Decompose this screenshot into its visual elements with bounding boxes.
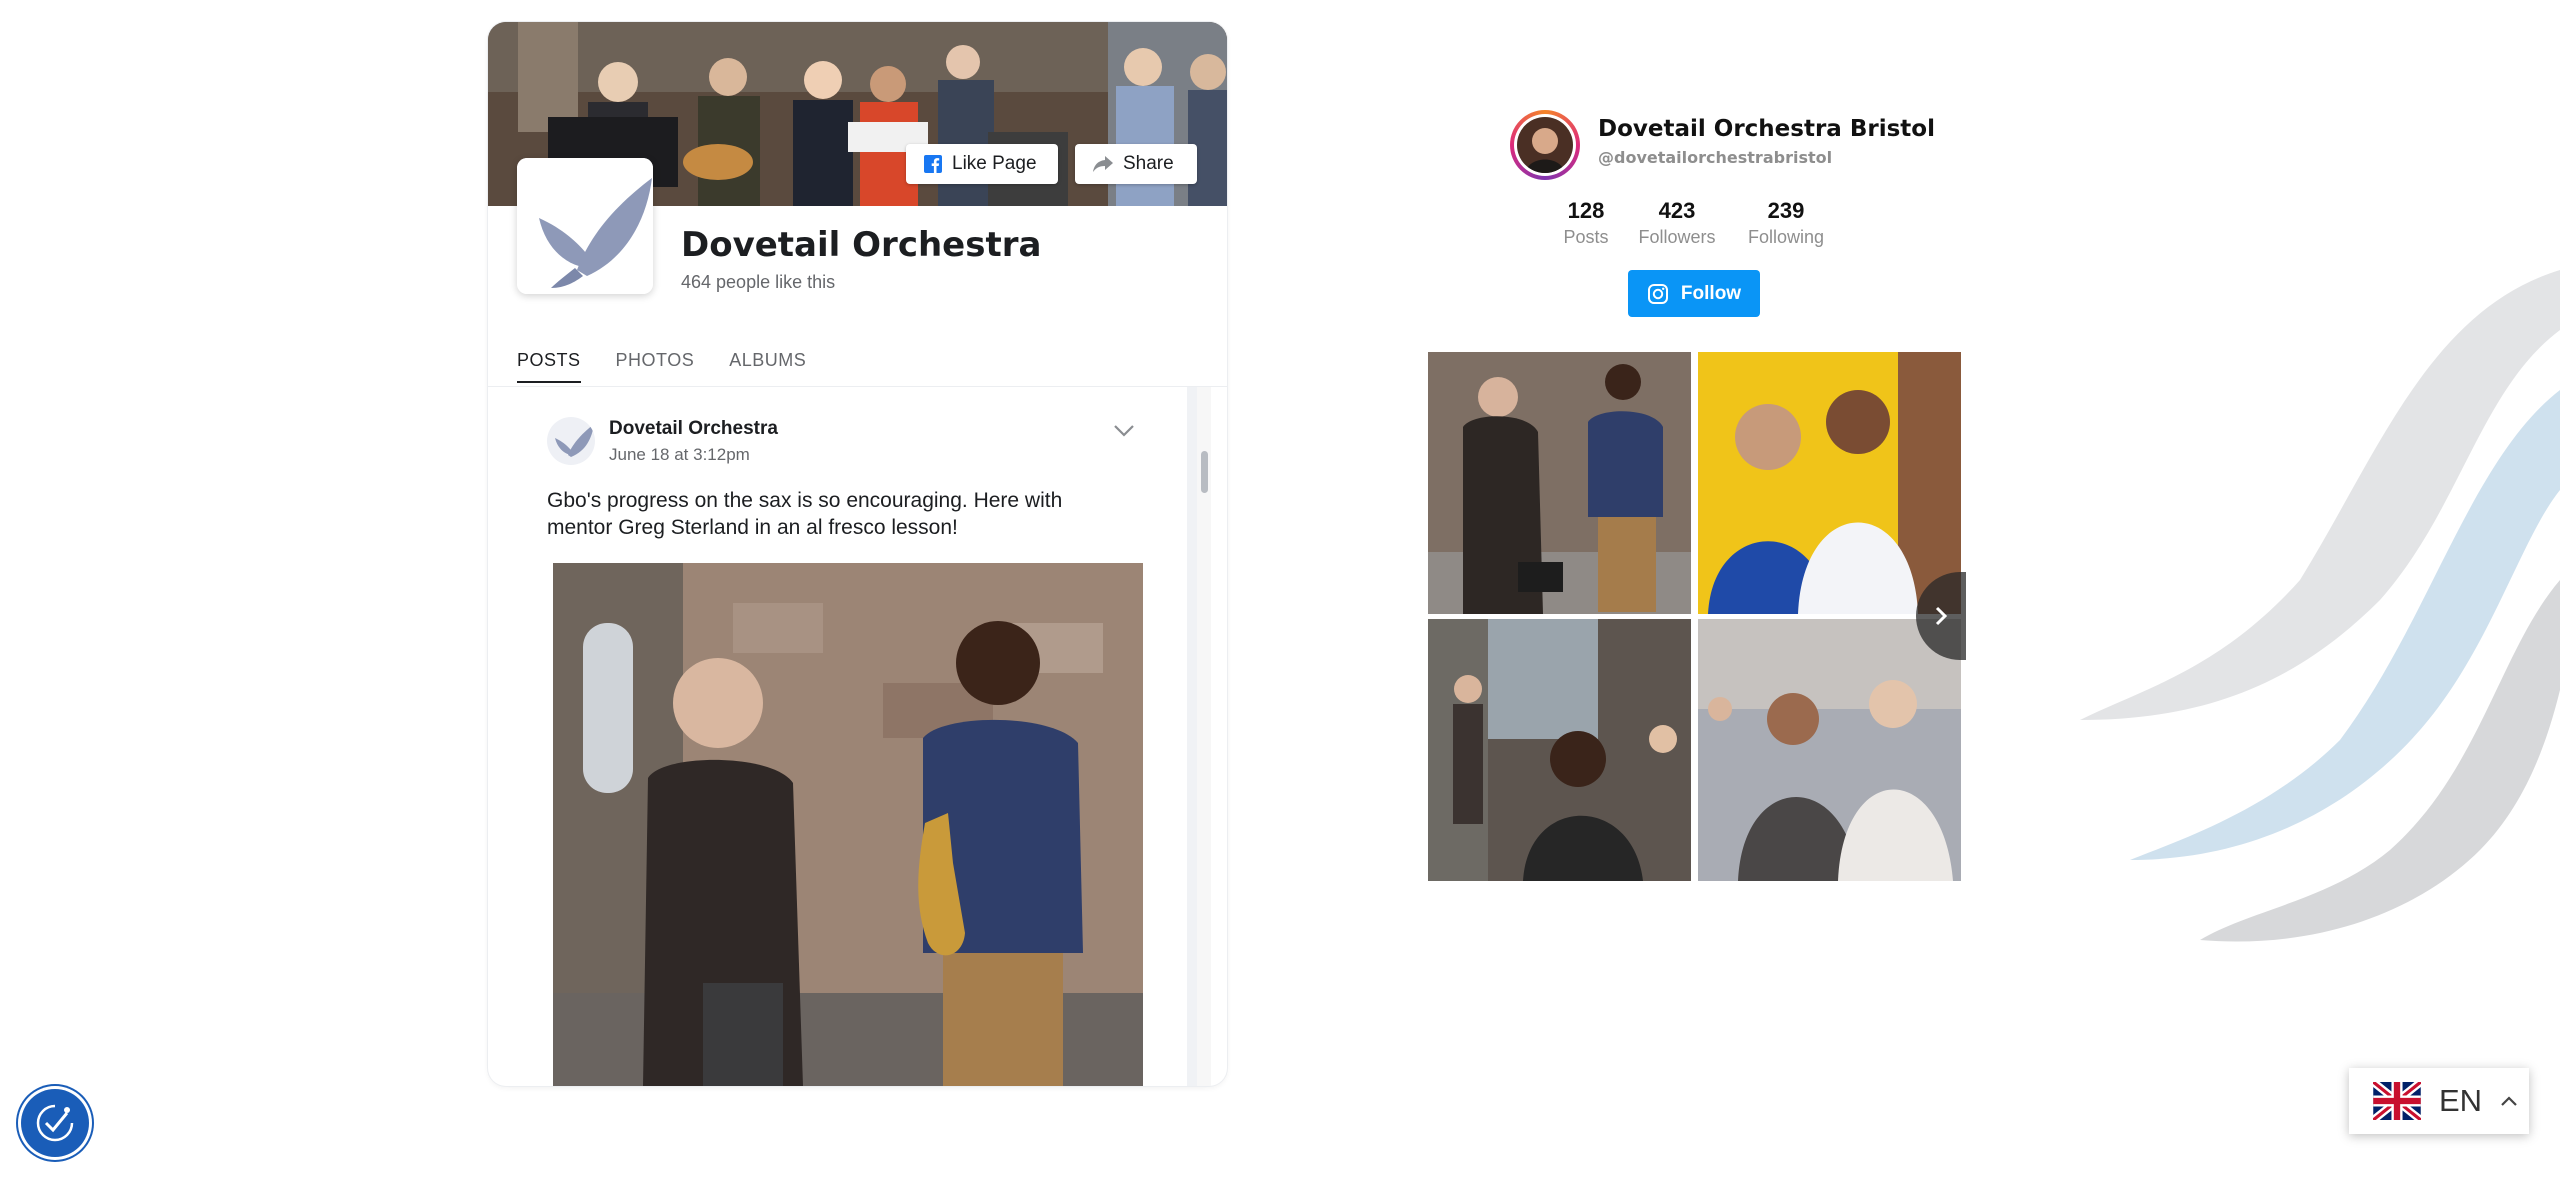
facebook-page-widget: Like Page Share Dovetail Orchestra 464 p… (488, 22, 1227, 1086)
stat-value: 128 (1567, 198, 1605, 223)
accessibility-button[interactable] (21, 1089, 89, 1157)
stat-followers: 423 Followers (1637, 198, 1717, 248)
instagram-photo[interactable] (1698, 352, 1961, 614)
uk-flag-icon (2373, 1082, 2421, 1120)
stat-value: 423 (1658, 198, 1696, 223)
post-timestamp[interactable]: June 18 at 3:12pm (609, 445, 750, 465)
tab-photos[interactable]: PHOTOS (616, 350, 695, 383)
stat-label: Following (1747, 227, 1825, 247)
like-page-label: Like Page (952, 153, 1037, 174)
instagram-icon (1647, 283, 1668, 304)
share-button[interactable]: Share (1075, 144, 1197, 184)
post-author-avatar[interactable] (547, 417, 595, 465)
facebook-f-icon (924, 155, 942, 173)
instagram-handle[interactable]: @dovetailorchestrabristol (1598, 148, 1832, 167)
tab-posts[interactable]: POSTS (517, 350, 581, 383)
page-title[interactable]: Dovetail Orchestra (681, 225, 1041, 265)
instagram-account-name[interactable]: Dovetail Orchestra Bristol (1598, 116, 1935, 142)
instagram-photo[interactable] (1698, 619, 1961, 881)
page-logo[interactable] (517, 158, 653, 294)
language-code: EN (2439, 1083, 2483, 1118)
like-page-button[interactable]: Like Page (906, 144, 1058, 184)
stat-label: Followers (1638, 227, 1716, 247)
decorative-waves (2080, 270, 2560, 942)
accessibility-icon (36, 1104, 74, 1142)
instagram-photo[interactable] (1428, 352, 1691, 614)
instagram-photo-grid (1428, 352, 1962, 881)
post-photo[interactable] (553, 563, 1143, 1086)
stat-value: 239 (1767, 198, 1805, 223)
follow-button[interactable]: Follow (1628, 270, 1760, 317)
stat-label: Posts (1563, 227, 1609, 247)
instagram-avatar[interactable] (1510, 110, 1580, 180)
scrollbar-thumb[interactable] (1201, 451, 1208, 493)
post-author-name[interactable]: Dovetail Orchestra (609, 418, 778, 440)
chevron-up-icon (2501, 1096, 2517, 1106)
likes-count: 464 people like this (681, 272, 836, 292)
language-selector[interactable]: EN (2349, 1068, 2529, 1134)
post-card: Dovetail Orchestra June 18 at 3:12pm Gbo… (517, 387, 1187, 1086)
post-feed: Dovetail Orchestra June 18 at 3:12pm Gbo… (517, 387, 1211, 1086)
stat-following: 239 Following (1744, 198, 1828, 248)
post-text: Gbo's progress on the sax is so encourag… (547, 489, 1063, 539)
share-arrow-icon (1093, 156, 1113, 172)
stat-posts: 128 Posts (1561, 198, 1611, 248)
tab-albums[interactable]: ALBUMS (729, 350, 806, 383)
feed-scrollbar[interactable] (1197, 387, 1211, 1086)
instagram-photo[interactable] (1428, 619, 1691, 881)
share-label: Share (1123, 153, 1174, 174)
chevron-down-icon[interactable] (1111, 417, 1137, 443)
follow-label: Follow (1680, 282, 1742, 304)
chevron-right-icon (1935, 606, 1948, 626)
page-tabs: POSTS PHOTOS ALBUMS (517, 350, 806, 383)
